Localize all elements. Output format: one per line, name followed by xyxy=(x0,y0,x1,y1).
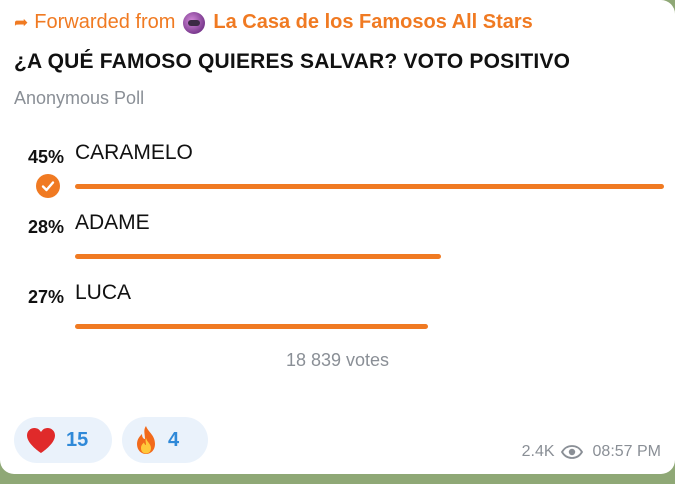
eye-icon xyxy=(560,445,583,459)
poll-option-percent: 28% xyxy=(27,217,64,237)
forward-arrow-icon: ➦ xyxy=(14,13,29,32)
poll-option-label: ADAME xyxy=(75,211,150,234)
poll-option-bar-track xyxy=(75,254,664,259)
poll-type: Anonymous Poll xyxy=(14,88,145,108)
message-bubble[interactable]: ➦ Forwarded from La Casa de los Famosos … xyxy=(0,0,675,474)
reaction-count: 15 xyxy=(66,428,89,451)
poll-option-bar xyxy=(75,324,428,329)
poll-option-caramelo[interactable]: 45% CARAMELO xyxy=(0,141,675,204)
poll-option-bar-track xyxy=(75,184,664,189)
reaction-fire[interactable]: 4 xyxy=(122,417,208,463)
poll-option-percent: 27% xyxy=(27,287,64,307)
heart-icon xyxy=(26,427,56,454)
message-time: 08:57 PM xyxy=(592,443,661,460)
poll-option-luca[interactable]: 27% LUCA xyxy=(0,281,675,344)
message-meta: 2.4K 08:57 PM xyxy=(522,443,661,461)
poll-option-bar xyxy=(75,184,664,189)
chat-background xyxy=(0,474,675,484)
poll-option-bar-track xyxy=(75,324,664,329)
reaction-count: 4 xyxy=(168,428,180,451)
poll-option-bar xyxy=(75,254,441,259)
poll-option-label: CARAMELO xyxy=(75,141,193,164)
poll-option-percent: 45% xyxy=(27,147,64,167)
view-count: 2.4K xyxy=(521,443,555,460)
poll-question: ¿A QUÉ FAMOSO QUIERES SALVAR? VOTO POSIT… xyxy=(14,50,571,73)
reaction-heart[interactable]: 15 xyxy=(14,417,112,463)
chosen-check-icon xyxy=(36,174,60,198)
channel-avatar xyxy=(183,11,206,34)
total-votes[interactable]: 18 839 votes xyxy=(0,350,675,371)
forward-header[interactable]: ➦ Forwarded from La Casa de los Famosos … xyxy=(14,11,533,34)
fire-icon xyxy=(134,425,158,455)
poll-option-adame[interactable]: 28% ADAME xyxy=(0,211,675,274)
poll-option-label: LUCA xyxy=(75,281,132,304)
channel-name[interactable]: La Casa de los Famosos All Stars xyxy=(213,11,532,34)
forwarded-from-label: Forwarded from xyxy=(34,11,176,33)
